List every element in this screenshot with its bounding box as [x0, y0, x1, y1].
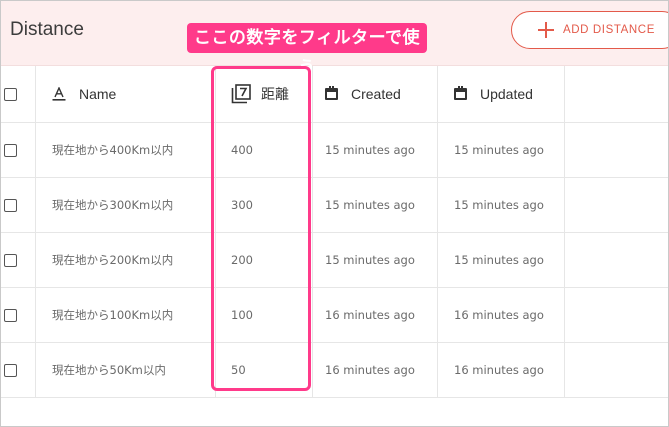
- page-title: Distance: [10, 19, 84, 40]
- page-header: Distance ここの数字をフィルターで使う ADD DISTANCE: [1, 1, 668, 78]
- column-label-updated: Updated: [480, 86, 533, 102]
- row-select-cell: [1, 178, 36, 232]
- plus-icon: [538, 22, 554, 38]
- row-distance: 50: [216, 343, 313, 397]
- row-distance: 100: [216, 288, 313, 342]
- number-seven-icon: [231, 84, 251, 104]
- row-name: 現在地から300Km以内: [36, 178, 216, 232]
- column-header-name[interactable]: Name: [36, 66, 216, 122]
- row-updated: 16 minutes ago: [438, 288, 565, 342]
- row-name: 現在地から400Km以内: [36, 123, 216, 177]
- row-created: 16 minutes ago: [313, 343, 438, 397]
- table-row[interactable]: 現在地から300Km以内 300 15 minutes ago 15 minut…: [1, 178, 668, 233]
- row-created: 16 minutes ago: [313, 288, 438, 342]
- row-name: 現在地から200Km以内: [36, 233, 216, 287]
- row-select-cell: [1, 288, 36, 342]
- annotation-callout: ここの数字をフィルターで使う: [187, 23, 427, 78]
- table-header-row: Name 距離 Created Updated: [1, 66, 668, 123]
- row-select-cell: [1, 343, 36, 397]
- row-select-cell: [1, 233, 36, 287]
- row-distance: 300: [216, 178, 313, 232]
- row-updated: 16 minutes ago: [438, 343, 565, 397]
- table-row[interactable]: 現在地から200Km以内 200 15 minutes ago 15 minut…: [1, 233, 668, 288]
- app-window: Distance ここの数字をフィルターで使う ADD DISTANCE Nam…: [0, 0, 669, 427]
- column-header-updated[interactable]: Updated: [438, 66, 565, 122]
- row-distance: 200: [216, 233, 313, 287]
- table-row[interactable]: 現在地から50Km以内 50 16 minutes ago 16 minutes…: [1, 343, 668, 398]
- table-row[interactable]: 現在地から100Km以内 100 16 minutes ago 16 minut…: [1, 288, 668, 343]
- row-checkbox[interactable]: [4, 308, 17, 322]
- text-format-icon: [52, 86, 66, 101]
- row-distance: 400: [216, 123, 313, 177]
- calendar-icon: [325, 86, 338, 100]
- column-label-distance: 距離: [261, 86, 289, 102]
- add-distance-label: ADD DISTANCE: [563, 24, 655, 36]
- select-all-checkbox[interactable]: [4, 87, 17, 101]
- row-updated: 15 minutes ago: [438, 178, 565, 232]
- row-created: 15 minutes ago: [313, 233, 438, 287]
- table-row[interactable]: 現在地から400Km以内 400 15 minutes ago 15 minut…: [1, 123, 668, 178]
- row-name: 現在地から50Km以内: [36, 343, 216, 397]
- select-all-cell: [1, 66, 36, 122]
- row-updated: 15 minutes ago: [438, 123, 565, 177]
- row-created: 15 minutes ago: [313, 123, 438, 177]
- row-name: 現在地から100Km以内: [36, 288, 216, 342]
- row-checkbox[interactable]: [4, 198, 17, 212]
- row-select-cell: [1, 123, 36, 177]
- row-checkbox[interactable]: [4, 363, 17, 377]
- column-label-name: Name: [79, 86, 117, 102]
- add-distance-button[interactable]: ADD DISTANCE: [511, 11, 668, 49]
- row-created: 15 minutes ago: [313, 178, 438, 232]
- column-header-distance[interactable]: 距離: [216, 66, 313, 122]
- row-checkbox[interactable]: [4, 253, 17, 267]
- row-updated: 15 minutes ago: [438, 233, 565, 287]
- column-label-created: Created: [351, 86, 401, 102]
- calendar-icon: [454, 86, 467, 100]
- distance-table: Name 距離 Created Updated 現在地から400Km以内 400…: [1, 66, 668, 398]
- column-header-created[interactable]: Created: [313, 66, 438, 122]
- row-checkbox[interactable]: [4, 143, 17, 157]
